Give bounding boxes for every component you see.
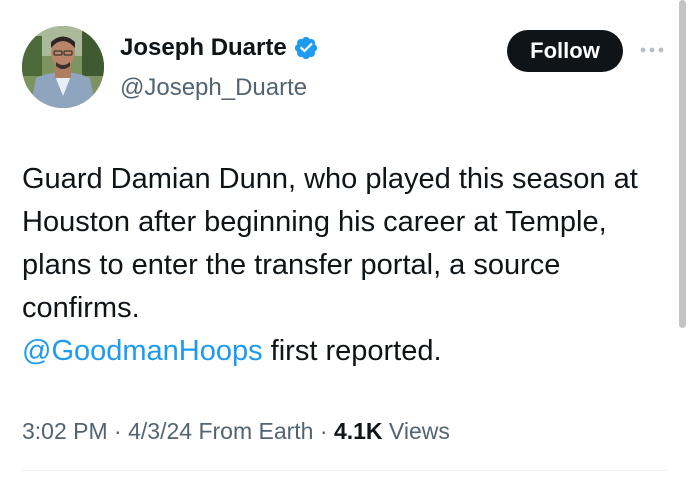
tweet-meta: 3:02 PM · 4/3/24 From Earth · 4.1K Views	[22, 418, 450, 445]
name-row: Joseph Duarte	[120, 34, 319, 62]
follow-button[interactable]: Follow	[507, 30, 623, 72]
user-handle[interactable]: @Joseph_Duarte	[120, 74, 307, 102]
mention-link[interactable]: @GoodmanHoops	[22, 335, 263, 367]
verified-badge-icon	[293, 35, 319, 61]
divider	[22, 470, 668, 471]
profile-photo	[22, 26, 104, 108]
tweet-time[interactable]: 3:02 PM	[22, 418, 108, 444]
meta-separator: ·	[114, 418, 122, 444]
tweet-text-after-mention: first reported.	[262, 335, 442, 367]
scrollbar[interactable]	[679, 0, 686, 328]
tweet-text-main: Guard Damian Dunn, who played this seaso…	[22, 163, 638, 324]
tweet-location: From Earth	[198, 418, 314, 444]
views-label: Views	[388, 418, 450, 444]
avatar[interactable]	[22, 26, 104, 108]
tweet-date[interactable]: 4/3/24	[128, 418, 192, 444]
tweet-text: Guard Damian Dunn, who played this seaso…	[22, 158, 662, 373]
ellipsis-icon[interactable]	[638, 40, 666, 60]
meta-separator: ·	[319, 418, 328, 444]
display-name[interactable]: Joseph Duarte	[120, 34, 287, 62]
views-count: 4.1K	[333, 418, 383, 444]
